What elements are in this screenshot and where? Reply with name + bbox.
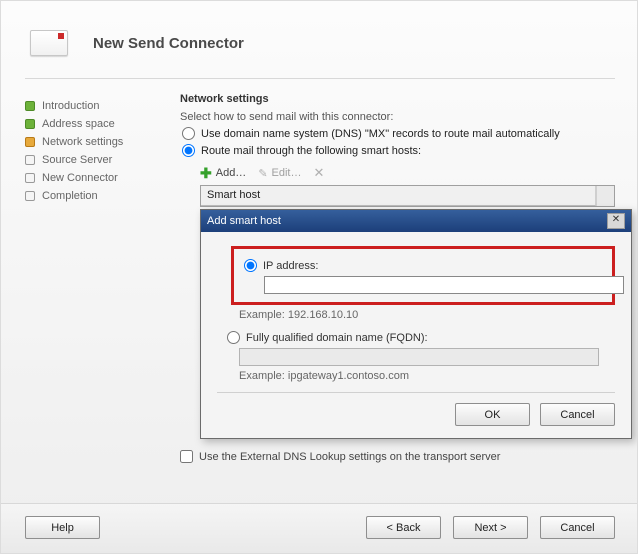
option-smarthost-row[interactable]: Route mail through the following smart h…: [180, 144, 615, 157]
external-dns-row[interactable]: Use the External DNS Lookup settings on …: [180, 450, 500, 463]
delete-button: ✕: [314, 165, 325, 181]
option-dns-radio[interactable]: [182, 127, 195, 140]
step-label: New Connector: [42, 172, 118, 184]
dialog-cancel-button[interactable]: Cancel: [540, 403, 615, 426]
step-label: Completion: [42, 190, 98, 202]
close-icon[interactable]: ✕: [607, 213, 625, 229]
header: New Send Connector: [1, 1, 637, 73]
grid-header-smart-host: Smart host: [201, 186, 596, 206]
option-fqdn-row[interactable]: Fully qualified domain name (FQDN):: [225, 331, 615, 344]
ip-input-wrap: [264, 276, 604, 294]
cancel-button[interactable]: Cancel: [540, 516, 615, 539]
step-label: Network settings: [42, 136, 123, 148]
back-button[interactable]: < Back: [366, 516, 441, 539]
option-smarthost-radio[interactable]: [182, 144, 195, 157]
smarthost-grid[interactable]: Smart host: [200, 185, 615, 207]
edit-button: ✎ Edit…: [258, 167, 301, 180]
dialog-ok-button[interactable]: OK: [455, 403, 530, 426]
wizard-steps: Introduction Address space Network setti…: [25, 93, 180, 463]
fqdn-input-wrap: [239, 348, 615, 366]
dialog-titlebar: Add smart host ✕: [201, 210, 631, 232]
option-ip-radio[interactable]: [244, 259, 257, 272]
step-source-server: Source Server: [25, 151, 180, 169]
external-dns-label: Use the External DNS Lookup settings on …: [199, 451, 500, 463]
step-new-connector: New Connector: [25, 169, 180, 187]
option-ip-label: IP address:: [263, 260, 318, 272]
connector-icon: [25, 19, 73, 67]
fqdn-input: [239, 348, 599, 366]
fqdn-example-text: Example: ipgateway1.contoso.com: [239, 370, 615, 382]
option-smarthost-label: Route mail through the following smart h…: [201, 145, 421, 157]
step-address-space: Address space: [25, 115, 180, 133]
delete-icon: ✕: [314, 165, 325, 181]
step-label: Introduction: [42, 100, 99, 112]
option-ip-row[interactable]: IP address:: [242, 259, 604, 272]
option-fqdn-label: Fully qualified domain name (FQDN):: [246, 332, 428, 344]
step-network-settings: Network settings: [25, 133, 180, 151]
instruction-text: Select how to send mail with this connec…: [180, 111, 615, 123]
add-label: Add…: [216, 167, 247, 179]
section-title: Network settings: [180, 93, 615, 105]
smarthost-toolbar: ✚ Add… ✎ Edit… ✕: [200, 165, 615, 181]
option-dns-row[interactable]: Use domain name system (DNS) "MX" record…: [180, 127, 615, 140]
step-introduction: Introduction: [25, 97, 180, 115]
step-label: Source Server: [42, 154, 112, 166]
dialog-title-text: Add smart host: [207, 215, 281, 227]
wizard-window: New Send Connector Introduction Address …: [0, 0, 638, 554]
plus-icon: ✚: [200, 166, 212, 180]
edit-label: Edit…: [272, 167, 302, 179]
step-completion: Completion: [25, 187, 180, 205]
ip-highlight-region: IP address:: [231, 246, 615, 305]
grid-scrollbar[interactable]: [596, 186, 614, 206]
external-dns-checkbox[interactable]: [180, 450, 193, 463]
next-button[interactable]: Next >: [453, 516, 528, 539]
header-title: New Send Connector: [93, 35, 244, 52]
ip-address-input[interactable]: [264, 276, 624, 294]
option-dns-label: Use domain name system (DNS) "MX" record…: [201, 128, 560, 140]
add-button[interactable]: ✚ Add…: [200, 166, 246, 180]
add-smart-host-dialog: Add smart host ✕ IP address: Example: 19…: [200, 209, 632, 439]
pencil-icon: ✎: [258, 167, 267, 180]
ip-example-text: Example: 192.168.10.10: [239, 309, 615, 321]
option-fqdn-radio[interactable]: [227, 331, 240, 344]
help-button[interactable]: Help: [25, 516, 100, 539]
content-pane: Network settings Select how to send mail…: [180, 93, 615, 463]
wizard-footer: Help < Back Next > Cancel: [1, 503, 637, 553]
step-label: Address space: [42, 118, 115, 130]
